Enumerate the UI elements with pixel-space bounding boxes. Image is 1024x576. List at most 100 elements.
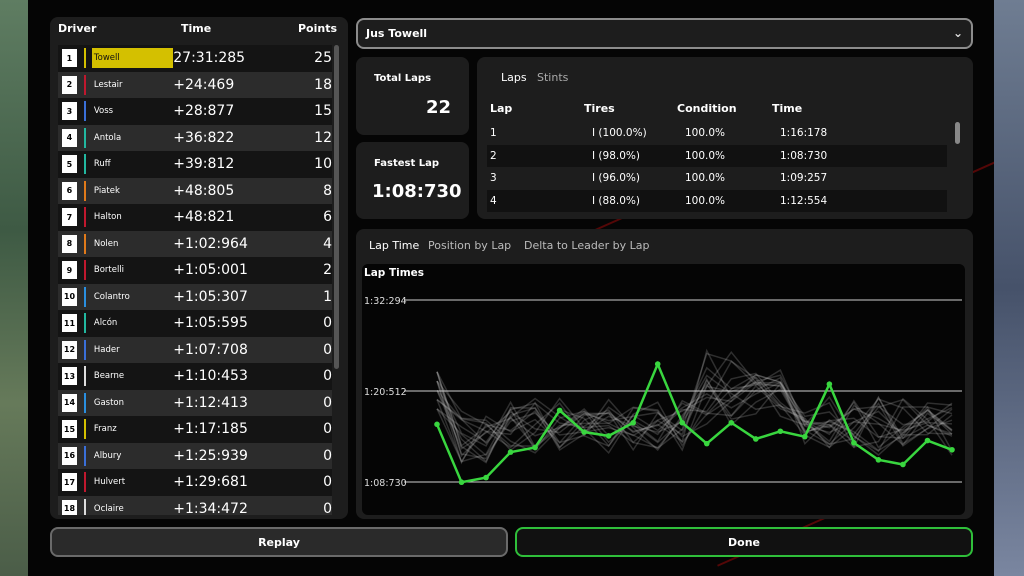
chart-title: Lap Times xyxy=(364,267,424,279)
driver-name: Hader xyxy=(93,344,120,355)
lap-time-point[interactable] xyxy=(949,446,955,453)
chevron-down-icon: ⌄ xyxy=(952,26,963,40)
lap-time-point[interactable] xyxy=(703,440,710,447)
tab-delta-to-leader[interactable]: Delta to Leader by Lap xyxy=(524,239,649,252)
lap-time-point[interactable] xyxy=(679,419,686,426)
team-color-stripe xyxy=(83,339,86,360)
lap-time-point[interactable] xyxy=(605,433,612,439)
lap-time-cell: 1:16:178 xyxy=(780,127,828,139)
done-button[interactable]: Done xyxy=(515,527,973,557)
position-badge: 6 xyxy=(62,181,77,200)
driver-dropdown[interactable]: Jus Towell ⌄ xyxy=(356,18,973,49)
position-badge: 5 xyxy=(62,155,77,174)
lap-time-point[interactable] xyxy=(851,440,857,446)
lap-time-point[interactable] xyxy=(532,444,538,451)
driver-name: Albury xyxy=(93,450,122,461)
standings-row[interactable]: 6 Piatek +48:805 8 xyxy=(58,177,332,204)
lap-time-point[interactable] xyxy=(900,461,906,468)
driver-name: Voss xyxy=(93,106,114,117)
standings-row[interactable]: 5 Ruff +39:812 10 xyxy=(58,151,332,178)
lap-time-point[interactable] xyxy=(556,407,563,414)
laps-scrollbar[interactable] xyxy=(955,122,960,144)
standings-row[interactable]: 13 Bearne +1:10:453 0 xyxy=(58,363,332,390)
standings-list: 1 Towell 27:31:285 25 2 Lestair +24:469 18 3 Voss… xyxy=(58,45,332,515)
position-badge: 17 xyxy=(62,473,77,492)
position-badge: 15 xyxy=(62,420,77,439)
chart-area: Lap Times 1:32:294 1:20:512 1:08:730 xyxy=(362,264,965,515)
background-right xyxy=(994,0,1024,576)
time-column-header: Time xyxy=(772,102,803,115)
position-badge: 18 xyxy=(62,499,77,515)
standings-row[interactable]: 8 Nolen +1:02:964 4 xyxy=(58,230,332,257)
standings-row[interactable]: 1 Towell 27:31:285 25 xyxy=(58,45,332,72)
lap-row[interactable]: 2 I (98.0%) 100.0% 1:08:730 xyxy=(487,144,947,167)
standings-row[interactable]: 7 Halton +48:821 6 xyxy=(58,204,332,231)
lap-time-point[interactable] xyxy=(630,419,636,426)
lap-time-point[interactable] xyxy=(826,381,833,387)
position-badge: 2 xyxy=(62,75,77,94)
driver-name: Halton xyxy=(93,212,122,223)
driver-time: +48:821 xyxy=(173,209,235,226)
replay-button[interactable]: Replay xyxy=(50,527,508,557)
tab-laps[interactable]: Laps xyxy=(501,71,527,84)
team-color-stripe xyxy=(83,419,86,440)
lap-time-point[interactable] xyxy=(654,361,661,367)
lap-time-point[interactable] xyxy=(875,457,882,463)
lap-time-point[interactable] xyxy=(802,433,808,440)
tab-stints[interactable]: Stints xyxy=(537,71,568,84)
lap-time-point[interactable] xyxy=(483,474,489,481)
lap-time-point[interactable] xyxy=(728,419,735,426)
tires-column-header: Tires xyxy=(584,102,615,115)
driver-time: +1:02:964 xyxy=(173,235,248,252)
position-badge: 10 xyxy=(62,287,77,306)
lap-time-point[interactable] xyxy=(581,429,587,435)
lap-time-point[interactable] xyxy=(753,436,759,442)
position-badge: 13 xyxy=(62,367,77,386)
standings-row[interactable]: 4 Antola +36:822 12 xyxy=(58,124,332,151)
team-color-stripe xyxy=(83,472,86,493)
position-badge: 4 xyxy=(62,128,77,147)
driver-name: Hulvert xyxy=(93,477,126,488)
standings-row[interactable]: 3 Voss +28:877 15 xyxy=(58,98,332,125)
standings-row[interactable]: 17 Hulvert +1:29:681 0 xyxy=(58,469,332,496)
lap-time-point[interactable] xyxy=(434,421,440,428)
driver-name: Piatek xyxy=(93,185,120,196)
standings-row[interactable]: 10 Colantro +1:05:307 1 xyxy=(58,283,332,310)
team-color-stripe xyxy=(83,498,86,515)
y-tick-label: 1:20:512 xyxy=(364,387,407,398)
lap-condition-cell: 100.0% xyxy=(685,149,726,162)
driver-time: +24:469 xyxy=(173,76,235,93)
driver-name: Antola xyxy=(93,132,122,143)
driver-time: +1:34:472 xyxy=(173,500,248,515)
lap-time-point[interactable] xyxy=(458,479,465,486)
driver-time: +1:05:595 xyxy=(173,315,248,332)
driver-name: Gaston xyxy=(93,397,125,408)
driver-name: Bortelli xyxy=(93,265,125,276)
standings-scrollbar[interactable] xyxy=(334,45,339,369)
standings-row[interactable]: 15 Franz +1:17:185 0 xyxy=(58,416,332,443)
lap-row[interactable]: 3 I (96.0%) 100.0% 1:09:257 xyxy=(487,167,947,189)
lap-time-point[interactable] xyxy=(507,449,514,455)
total-laps-label: Total Laps xyxy=(374,73,432,84)
standings-row[interactable]: 18 Oclaire +1:34:472 0 xyxy=(58,495,332,515)
standings-row[interactable]: 16 Albury +1:25:939 0 xyxy=(58,442,332,469)
team-color-stripe xyxy=(83,207,86,228)
tab-lap-time[interactable]: Lap Time xyxy=(369,239,419,252)
lap-row[interactable]: 4 I (88.0%) 100.0% 1:12:554 xyxy=(487,189,947,212)
lap-row[interactable]: 1 I (100.0%) 100.0% 1:16:178 xyxy=(487,122,947,144)
tab-position-by-lap[interactable]: Position by Lap xyxy=(428,239,511,252)
done-button-label: Done xyxy=(728,535,760,549)
standings-row[interactable]: 2 Lestair +24:469 18 xyxy=(58,71,332,98)
fastest-lap-card: Fastest Lap 1:08:730 xyxy=(356,142,469,219)
lap-time-point[interactable] xyxy=(777,428,784,435)
lap-lap-cell: 1 xyxy=(490,127,497,139)
standings-row[interactable]: 9 Bortelli +1:05:001 2 xyxy=(58,257,332,284)
team-color-stripe xyxy=(83,48,86,69)
standings-row[interactable]: 14 Gaston +1:12:413 0 xyxy=(58,389,332,416)
driver-time: +1:05:307 xyxy=(173,288,248,305)
lap-tires-cell: I (98.0%) xyxy=(592,149,640,162)
standings-row[interactable]: 11 Alcón +1:05:595 0 xyxy=(58,310,332,337)
lap-time-point[interactable] xyxy=(924,437,931,444)
driver-name: Lestair xyxy=(93,79,123,90)
standings-row[interactable]: 12 Hader +1:07:708 0 xyxy=(58,336,332,363)
